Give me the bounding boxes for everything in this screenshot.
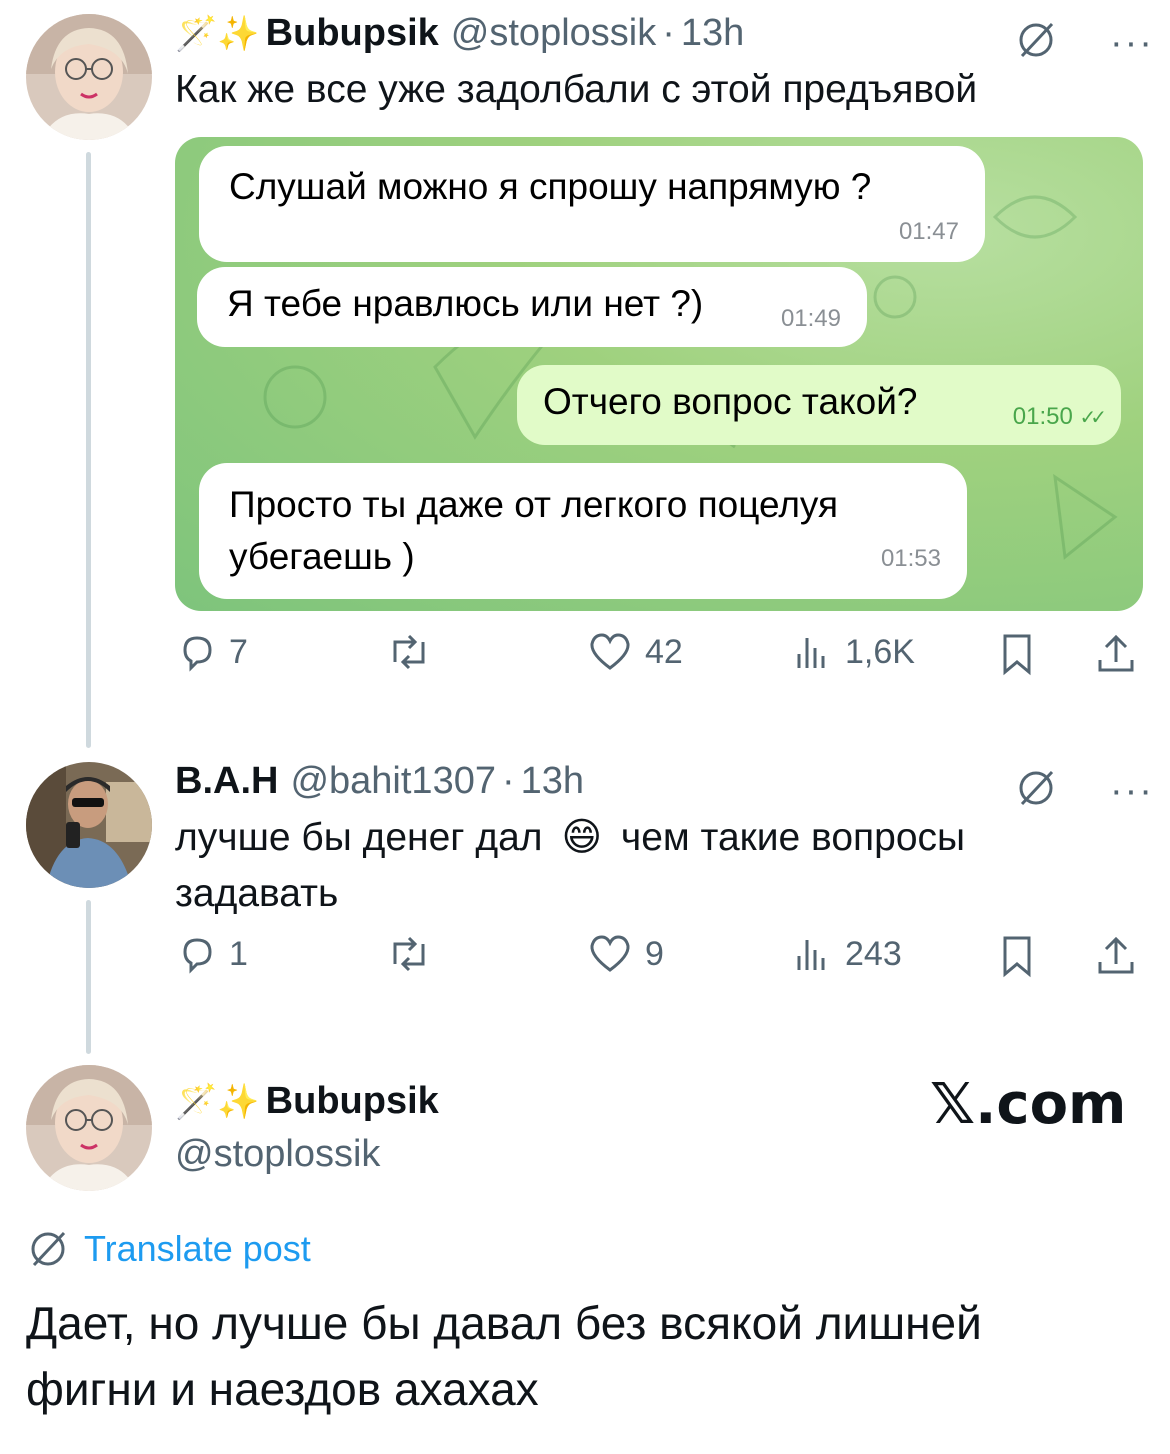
- message-text: Отчего вопрос такой?: [543, 381, 918, 422]
- views-button[interactable]: 1,6K: [793, 632, 915, 672]
- tweet-header: 🪄✨ Bubupsik @stoplossik · 13h: [175, 12, 744, 55]
- tweet-text-part: чем такие вопросы: [620, 816, 966, 859]
- focused-tweet-text: Дает, но лучше бы давал без всякой лишне…: [26, 1290, 982, 1422]
- reply-button[interactable]: 1: [177, 934, 248, 974]
- thread-line: [86, 900, 91, 1054]
- focused-handle: @stoplossik: [175, 1133, 380, 1176]
- focused-author: 🪄✨ Bubupsik: [175, 1080, 451, 1123]
- heart-icon: [590, 633, 630, 670]
- author-name[interactable]: Bubupsik: [266, 12, 439, 55]
- author-handle[interactable]: @stoplossik: [175, 1133, 380, 1176]
- bookmark-icon: [1003, 936, 1031, 978]
- bookmark-icon: [1003, 634, 1031, 676]
- separator: ·: [662, 12, 675, 54]
- post-time[interactable]: 13h: [521, 760, 584, 803]
- message-time: 01:50 ✓✓: [1012, 403, 1107, 430]
- author-handle[interactable]: @bahit1307: [290, 760, 496, 803]
- chat-message: Просто ты даже от легкого поцелуя убегае…: [199, 463, 967, 599]
- thread-line: [86, 152, 91, 748]
- message-time: 01:53: [880, 545, 941, 572]
- tweet-right-icons: ···: [1014, 768, 1154, 813]
- repost-button[interactable]: [385, 934, 433, 974]
- tweet-right-icons: ···: [1014, 20, 1154, 65]
- magic-wand-sparkles-icon: 🪄✨: [175, 1083, 260, 1121]
- read-checkmarks-icon: ✓✓: [1079, 407, 1106, 429]
- separator: ·: [501, 760, 515, 802]
- translate-label[interactable]: Translate post: [84, 1228, 311, 1270]
- translate-icon[interactable]: [1014, 20, 1058, 65]
- views-icon: [797, 940, 825, 970]
- tweet-actions: 1 9 243: [175, 934, 1140, 994]
- chat-screenshot: Слушай можно я спрошу напрямую ? 01:47 Я…: [175, 137, 1143, 611]
- share-button[interactable]: [1095, 934, 1137, 978]
- like-count: 42: [645, 632, 683, 671]
- repost-icon: [393, 936, 425, 972]
- translate-icon: [31, 1231, 66, 1267]
- grinning-face-emoji: 😄: [561, 816, 603, 859]
- translate-post-link[interactable]: Translate post: [26, 1228, 311, 1270]
- tweet-actions: 7 42 1,6K: [175, 632, 1140, 692]
- repost-button[interactable]: [385, 632, 433, 672]
- tweet-text-part: лучше бы денег дал: [175, 816, 543, 859]
- like-count: 9: [645, 934, 664, 973]
- repost-icon: [393, 634, 425, 670]
- reply-count: 1: [229, 934, 248, 973]
- message-text: Я тебе нравлюсь или нет ?): [227, 283, 704, 324]
- chat-message-outgoing: Отчего вопрос такой? 01:50 ✓✓: [517, 365, 1121, 445]
- chat-message: Я тебе нравлюсь или нет ?) 01:49: [197, 267, 867, 347]
- tweet-text-line: фигни и наездов ахахах: [26, 1363, 539, 1415]
- magic-wand-sparkles-icon: 🪄✨: [175, 15, 260, 53]
- heart-icon: [590, 935, 630, 972]
- more-icon[interactable]: ···: [1110, 772, 1154, 810]
- tweet-text: Как же все уже задолбали с этой предъяво…: [175, 68, 978, 111]
- reply-icon: [183, 938, 212, 974]
- author-name[interactable]: B.A.H: [175, 760, 278, 803]
- reply-count: 7: [229, 632, 248, 671]
- views-count: 243: [845, 934, 902, 973]
- chat-message: Слушай можно я спрошу напрямую ? 01:47: [199, 146, 985, 262]
- share-icon: [1098, 936, 1134, 974]
- post-time[interactable]: 13h: [681, 12, 744, 55]
- share-button[interactable]: [1095, 632, 1137, 676]
- reply-button[interactable]: 7: [177, 632, 248, 672]
- tweet-header: B.A.H @bahit1307 · 13h: [175, 760, 584, 803]
- avatar-bubupsik[interactable]: [26, 14, 152, 140]
- like-button[interactable]: 42: [587, 632, 683, 672]
- share-icon: [1098, 634, 1134, 672]
- tweet-text: лучше бы денег дал 😄 чем такие вопросы з…: [175, 810, 965, 922]
- message-text: Слушай можно я спрошу напрямую ?: [229, 166, 872, 207]
- tweet-text-line: Дает, но лучше бы давал без всякой лишне…: [26, 1297, 982, 1349]
- views-button[interactable]: 243: [793, 934, 902, 974]
- like-button[interactable]: 9: [587, 934, 664, 974]
- avatar-bubupsik[interactable]: [26, 1065, 152, 1191]
- message-time: 01:49: [780, 305, 841, 332]
- bookmark-button[interactable]: [999, 934, 1035, 978]
- bookmark-button[interactable]: [999, 632, 1035, 676]
- message-time: 01:47: [898, 218, 959, 245]
- x-brand-logo: 𝕏.com: [930, 1072, 1127, 1137]
- author-handle[interactable]: @stoplossik: [451, 12, 656, 55]
- reply-icon: [183, 636, 212, 672]
- avatar-bah[interactable]: [26, 762, 152, 888]
- views-icon: [797, 638, 825, 668]
- views-count: 1,6K: [845, 632, 915, 671]
- message-text: Просто ты даже от легкого поцелуя убегае…: [229, 484, 839, 577]
- translate-icon[interactable]: [1014, 768, 1058, 813]
- tweet-text-part: задавать: [175, 872, 339, 915]
- author-name[interactable]: Bubupsik: [266, 1080, 439, 1123]
- more-icon[interactable]: ···: [1110, 24, 1154, 62]
